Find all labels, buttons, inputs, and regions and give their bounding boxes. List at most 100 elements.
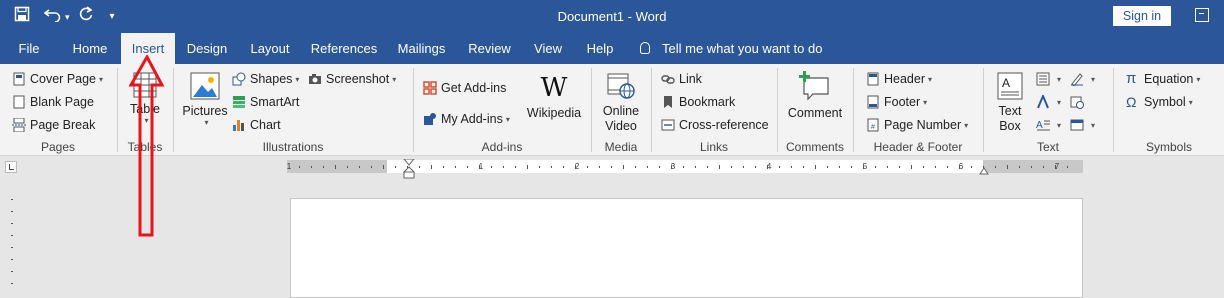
- ruler-tick: [671, 165, 672, 169]
- tab-selector-icon[interactable]: [5, 161, 17, 173]
- page-break-button[interactable]: Page Break: [12, 115, 95, 135]
- ruler-tick: [335, 165, 336, 169]
- screenshot-label: Screenshot: [326, 72, 390, 86]
- ruler-tick: [755, 166, 756, 168]
- ruler-tick: [587, 166, 588, 168]
- ruler-tick: [419, 166, 420, 168]
- ruler-tick: [827, 166, 828, 168]
- quick-parts-icon: [1036, 72, 1050, 86]
- ruler-number: 5: [862, 162, 868, 171]
- ruler-tick: [383, 165, 384, 169]
- tab-design[interactable]: Design: [180, 33, 234, 64]
- addins-group-label: Add-ins: [481, 140, 523, 154]
- bookmark-button[interactable]: Bookmark: [661, 92, 735, 112]
- wordart-button[interactable]: ▾: [1036, 92, 1061, 112]
- tab-view[interactable]: View: [527, 33, 569, 64]
- equation-button[interactable]: π Equation ▾: [1126, 69, 1200, 89]
- tab-home[interactable]: Home: [64, 33, 116, 64]
- page-break-label: Page Break: [30, 118, 96, 132]
- ruler-tick: [707, 166, 708, 168]
- symbol-button[interactable]: Ω Symbol ▾: [1126, 92, 1193, 112]
- tab-file[interactable]: File: [8, 33, 50, 64]
- drop-cap-button[interactable]: A ▾: [1036, 115, 1061, 135]
- ruler-tick: [803, 166, 804, 168]
- ruler-tick: [503, 166, 504, 168]
- group-links: Link Bookmark Cross-reference Links: [652, 66, 776, 156]
- group-media: Online Video Media: [592, 66, 650, 156]
- ruler-tick: [887, 166, 888, 168]
- pictures-icon: [190, 72, 220, 100]
- ruler-tick: [731, 166, 732, 168]
- page-break-icon: [12, 117, 26, 133]
- comment-label: Comment: [787, 106, 843, 120]
- wikipedia-button[interactable]: W Wikipedia: [524, 74, 584, 120]
- document-title: Document1 - Word: [557, 9, 667, 24]
- store-icon: [423, 81, 437, 95]
- text-box-label-1: Text: [998, 104, 1022, 118]
- tab-references[interactable]: References: [307, 33, 381, 64]
- ruler-tick: [563, 166, 564, 168]
- group-pages: Cover Page ▾ Blank Page Page Break Pages: [0, 66, 116, 156]
- shapes-icon: [232, 72, 246, 86]
- tell-me-search[interactable]: Tell me what you want to do: [640, 33, 822, 64]
- document-page[interactable]: [290, 198, 1083, 298]
- signature-line-icon: [1070, 72, 1084, 87]
- ruler-tick: [659, 166, 660, 168]
- group-header-footer: Header ▾ Footer ▾ # Page Number ▾ Header & …: [854, 66, 982, 156]
- ruler-tick: [431, 165, 432, 169]
- ribbon-display-options-icon[interactable]: [1195, 8, 1209, 22]
- quick-parts-button[interactable]: ▾: [1036, 69, 1061, 89]
- page-number-button[interactable]: # Page Number ▾: [866, 115, 968, 135]
- chart-button[interactable]: Chart: [232, 115, 281, 135]
- vertical-ruler[interactable]: [8, 195, 16, 286]
- link-button[interactable]: Link: [661, 69, 702, 89]
- right-indent-marker[interactable]: [979, 167, 989, 175]
- ruler-tick: [839, 166, 840, 168]
- ruler-tick: [1055, 165, 1056, 169]
- ruler-tick: [899, 166, 900, 168]
- blank-page-button[interactable]: Blank Page: [12, 92, 94, 112]
- my-addins-label: My Add-ins: [441, 112, 503, 126]
- footer-button[interactable]: Footer ▾: [866, 92, 927, 112]
- get-addins-button[interactable]: Get Add-ins: [423, 78, 506, 98]
- ruler-tick: [491, 166, 492, 168]
- horizontal-ruler[interactable]: 1 1 2 3 4 5 6 7: [287, 159, 1083, 179]
- cover-page-button[interactable]: Cover Page ▾: [12, 69, 103, 89]
- ruler-tick: [311, 166, 312, 168]
- shapes-button[interactable]: Shapes ▾: [232, 69, 299, 89]
- ribbon-tab-bar: File Home Insert Design Layout Reference…: [0, 33, 1224, 64]
- signature-line-button[interactable]: ▾: [1070, 69, 1095, 89]
- cross-reference-button[interactable]: Cross-reference: [661, 115, 769, 135]
- date-time-button[interactable]: [1070, 92, 1088, 112]
- ruler-tick: [815, 165, 816, 169]
- tab-review[interactable]: Review: [463, 33, 516, 64]
- drop-cap-icon: A: [1036, 118, 1050, 132]
- text-box-button[interactable]: A Text Box: [990, 72, 1030, 134]
- bookmark-icon: [661, 95, 675, 109]
- chevron-down-icon: ▾: [99, 74, 104, 84]
- smartart-button[interactable]: SmartArt: [232, 92, 299, 112]
- left-margin-area: [287, 160, 387, 173]
- wikipedia-icon: W: [540, 73, 568, 103]
- online-video-button[interactable]: Online Video: [596, 72, 646, 134]
- sign-in-button[interactable]: Sign in: [1113, 6, 1171, 26]
- tab-help[interactable]: Help: [579, 33, 621, 64]
- pictures-button[interactable]: Pictures ▾: [180, 72, 230, 127]
- smartart-label: SmartArt: [250, 95, 300, 109]
- ruler-tick: [1043, 166, 1044, 168]
- comment-button[interactable]: Comment: [784, 70, 846, 120]
- svg-text:A: A: [1002, 76, 1010, 90]
- chevron-down-icon: ▾: [1188, 97, 1193, 107]
- object-button[interactable]: ▾: [1070, 115, 1095, 135]
- my-addins-button[interactable]: My Add-ins ▾: [423, 109, 510, 129]
- tab-mailings[interactable]: Mailings: [390, 33, 453, 64]
- ruler-tick: [11, 247, 13, 248]
- ruler-tick: [851, 166, 852, 168]
- header-button[interactable]: Header ▾: [866, 69, 932, 89]
- ruler-tick: [695, 166, 696, 168]
- ruler-tick: [911, 165, 912, 169]
- ruler-tick: [635, 166, 636, 168]
- indent-markers[interactable]: [403, 159, 415, 179]
- tab-layout[interactable]: Layout: [242, 33, 298, 64]
- screenshot-button[interactable]: Screenshot ▾: [308, 69, 396, 89]
